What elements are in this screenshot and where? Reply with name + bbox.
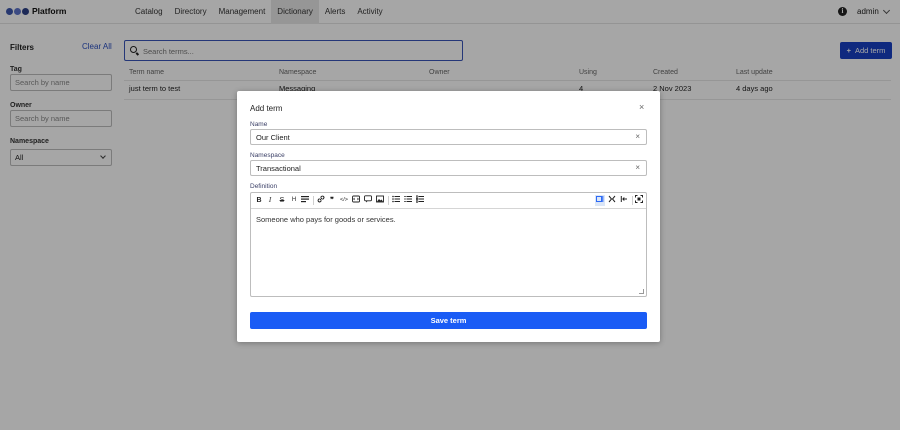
bold-icon[interactable]: B xyxy=(254,195,264,206)
save-term-button[interactable]: Save term xyxy=(250,312,647,329)
italic-icon[interactable]: I xyxy=(265,195,275,206)
name-field[interactable]: × xyxy=(250,129,647,145)
modal-title: Add term xyxy=(250,104,283,113)
name-label: Name xyxy=(250,121,268,128)
bullet-list-icon[interactable] xyxy=(391,195,401,206)
toolbar-divider xyxy=(388,196,389,205)
toolbar-divider xyxy=(632,196,633,205)
link-icon[interactable] xyxy=(316,195,326,206)
heading-icon[interactable]: H xyxy=(289,195,299,206)
clear-name-icon[interactable]: × xyxy=(635,132,640,142)
close-icon[interactable]: × xyxy=(639,103,644,112)
code-icon[interactable]: </> xyxy=(339,195,349,206)
numbered-list-icon[interactable] xyxy=(403,195,413,206)
checklist-icon[interactable] xyxy=(415,195,425,206)
quote-icon[interactable]: ❞ xyxy=(327,195,337,206)
definition-editor[interactable]: B I S H ❞ </> Someone who pays for goods… xyxy=(250,192,647,297)
split-view-icon[interactable] xyxy=(607,195,617,206)
code-block-icon[interactable] xyxy=(351,195,361,206)
add-term-modal: Add term × Name × Namespace × Definition… xyxy=(237,91,660,342)
comment-icon[interactable] xyxy=(363,195,373,206)
definition-text[interactable]: Someone who pays for goods or services. xyxy=(256,215,396,224)
preview-mode-icon[interactable] xyxy=(619,195,629,206)
namespace-input[interactable] xyxy=(256,163,626,173)
strikethrough-icon[interactable]: S xyxy=(277,195,287,206)
definition-label: Definition xyxy=(250,183,278,190)
image-icon[interactable] xyxy=(375,195,385,206)
fullscreen-icon[interactable] xyxy=(634,195,644,206)
edit-mode-icon[interactable] xyxy=(595,195,605,206)
resize-handle-icon[interactable] xyxy=(639,289,644,294)
name-input[interactable] xyxy=(256,132,626,142)
clear-namespace-icon[interactable]: × xyxy=(635,163,640,173)
toolbar-divider xyxy=(313,196,314,205)
namespace-field[interactable]: × xyxy=(250,160,647,176)
namespace-field-label: Namespace xyxy=(250,152,285,159)
horizontal-rule-icon[interactable] xyxy=(300,195,310,206)
editor-toolbar: B I S H ❞ </> xyxy=(251,193,646,209)
